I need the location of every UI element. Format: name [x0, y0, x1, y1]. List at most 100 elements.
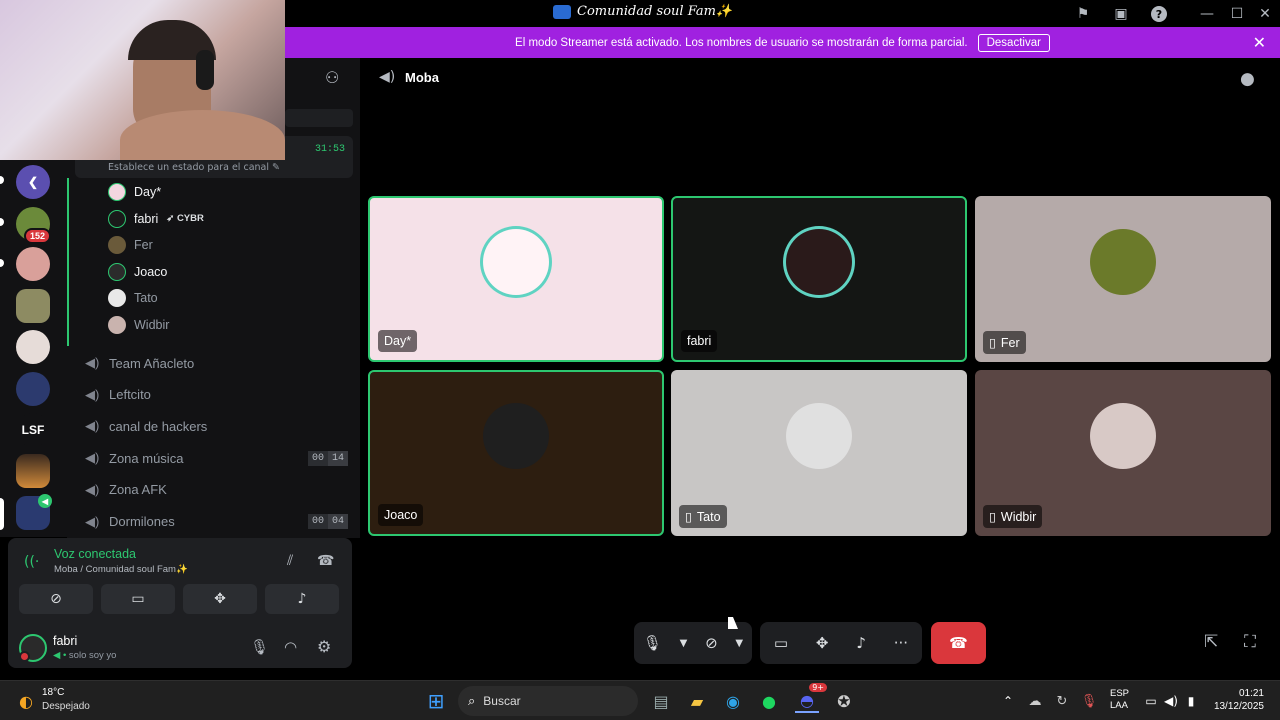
- call-channel-name: Moba: [405, 70, 439, 85]
- pop-out-icon[interactable]: ⇱: [1204, 632, 1218, 652]
- voice-user-name: Widbir: [134, 318, 170, 332]
- inbox-flag-icon[interactable]: ⚑: [1073, 4, 1093, 24]
- server-icon-current[interactable]: ◀: [16, 494, 52, 530]
- server-icon[interactable]: [16, 330, 50, 364]
- hang-up-button[interactable]: ☎: [931, 622, 986, 664]
- voice-channel-row[interactable]: ◀) Dormilones 00 04: [85, 508, 360, 536]
- task-view-icon[interactable]: ▤: [650, 689, 672, 713]
- participant-tile[interactable]: fabri: [671, 196, 967, 362]
- selected-pill: [0, 498, 4, 530]
- server-icon[interactable]: [16, 454, 50, 488]
- voice-channel-row[interactable]: ◀) Zona AFK: [85, 476, 360, 504]
- participant-tile[interactable]: Day*: [368, 196, 664, 362]
- unread-pill: [0, 218, 4, 226]
- noise-suppression-icon[interactable]: ⫽: [287, 553, 293, 569]
- chat-bubble-icon[interactable]: ●: [1240, 69, 1255, 89]
- voice-status[interactable]: Voz conectada: [54, 547, 136, 561]
- network-icon[interactable]: ▭: [1142, 689, 1160, 713]
- disable-streamer-button[interactable]: Desactivar: [977, 33, 1050, 52]
- spotify-icon[interactable]: ●: [758, 689, 780, 713]
- participant-tile[interactable]: ▯ Tato: [671, 370, 967, 536]
- windows-start-icon[interactable]: ⊞: [424, 689, 448, 713]
- voice-user-row[interactable]: Tato: [108, 286, 401, 310]
- screen-share-icon[interactable]: ▭: [774, 634, 788, 652]
- sync-icon[interactable]: ↻: [1053, 689, 1071, 713]
- edge-icon[interactable]: ◉: [722, 689, 744, 713]
- weather-temp[interactable]: 18°C: [42, 687, 64, 698]
- user-tag: ➶ CYBR: [166, 213, 204, 225]
- voice-user-row[interactable]: Day*: [108, 180, 401, 204]
- avatar: [108, 236, 126, 255]
- activities-icon[interactable]: ✥: [816, 634, 829, 652]
- screen-share-button[interactable]: ▭: [101, 584, 175, 614]
- server-icon[interactable]: [16, 289, 50, 323]
- soundboard-button[interactable]: ♪: [265, 584, 339, 614]
- voice-user-row[interactable]: Widbir: [108, 313, 401, 337]
- server-lsf[interactable]: LSF: [16, 413, 50, 447]
- participant-tile[interactable]: Joaco: [368, 370, 664, 536]
- channel-status-hint[interactable]: Establece un estado para el canal ✎: [108, 162, 280, 173]
- participant-avatar: [483, 403, 549, 469]
- microphone-icon[interactable]: 🎙: [250, 638, 269, 656]
- banner-text: El modo Streamer está activado. Los nomb…: [515, 36, 968, 49]
- settings-gear-icon[interactable]: ⚙: [317, 637, 331, 656]
- fullscreen-icon[interactable]: ⛶: [1244, 632, 1256, 652]
- discord-icon[interactable]: ◓ 9+: [795, 683, 827, 713]
- speaker-icon: ◀): [85, 513, 100, 529]
- unread-pill: [0, 176, 4, 184]
- voice-channel-name: Team Añacleto: [109, 355, 195, 371]
- voice-channel-row[interactable]: ◀) Team Añacleto: [85, 349, 360, 377]
- avatar[interactable]: [19, 634, 47, 662]
- maximize-button[interactable]: ☐: [1227, 4, 1247, 24]
- camera-off-icon[interactable]: ⊘: [705, 634, 718, 652]
- participant-name: Tato: [696, 509, 721, 524]
- voice-user-row[interactable]: Fer: [108, 233, 401, 257]
- language-indicator[interactable]: ESP LAA: [1110, 688, 1129, 712]
- more-options-icon[interactable]: ···: [894, 634, 908, 652]
- participant-tile[interactable]: ▯ Widbir: [975, 370, 1271, 536]
- onedrive-icon[interactable]: ☁: [1026, 689, 1044, 713]
- inbox-icon[interactable]: ▣: [1111, 4, 1131, 24]
- activities-button[interactable]: ✥: [183, 584, 257, 614]
- search-box[interactable]: ⌕ Buscar: [458, 686, 638, 716]
- volume-icon[interactable]: ◀): [1162, 689, 1180, 713]
- help-icon[interactable]: ?: [1149, 4, 1169, 24]
- server-icon[interactable]: [16, 372, 50, 406]
- voice-channel-row[interactable]: ◀) canal de hackers: [85, 412, 360, 440]
- voice-user-name: fabri: [134, 211, 159, 226]
- voice-channel-row[interactable]: ◀) Zona música 00 14: [85, 444, 360, 472]
- app-icon[interactable]: ✪: [833, 689, 855, 713]
- mouse-cursor: [728, 617, 738, 629]
- voice-user-row[interactable]: Joaco: [108, 260, 401, 284]
- voice-user-row[interactable]: fabri ➶ CYBR: [108, 207, 401, 231]
- battery-icon[interactable]: ▮: [1182, 689, 1200, 713]
- participant-avatar: [786, 403, 852, 469]
- camera-off-button[interactable]: ⊘: [19, 584, 93, 614]
- voice-channel-row[interactable]: ◀) Leftcito: [85, 381, 360, 409]
- participant-avatar: [1090, 403, 1156, 469]
- weather-desc[interactable]: Despejado: [42, 701, 90, 712]
- minimize-button[interactable]: —: [1197, 4, 1217, 24]
- clock[interactable]: 01:21 13/12/2025: [1212, 687, 1264, 713]
- avatar: [108, 209, 126, 228]
- headphones-icon[interactable]: ◠: [284, 638, 297, 656]
- server-icon[interactable]: 152: [16, 207, 52, 244]
- voice-location[interactable]: Moba / Comunidad soul Fam✨: [54, 564, 188, 575]
- disconnect-icon[interactable]: ☎: [317, 553, 334, 569]
- chevron-up-icon[interactable]: ⌃: [1000, 689, 1016, 713]
- microphone-icon[interactable]: 🎙: [643, 634, 662, 652]
- chevron-down-icon[interactable]: ▼: [735, 638, 743, 649]
- close-window-button[interactable]: ✕: [1255, 4, 1275, 24]
- file-explorer-icon[interactable]: ▰: [686, 689, 708, 713]
- add-user-icon[interactable]: ⚇: [325, 68, 339, 87]
- microphone-in-use-icon[interactable]: 🎙: [1080, 689, 1098, 713]
- soundboard-icon[interactable]: ♪: [856, 634, 866, 652]
- weather-icon[interactable]: ◐: [14, 689, 38, 713]
- server-icon[interactable]: [16, 247, 50, 281]
- signal-icon[interactable]: ((·: [24, 554, 39, 570]
- close-icon[interactable]: ✕: [1253, 33, 1266, 53]
- user-name[interactable]: fabri: [53, 634, 77, 648]
- participant-tile[interactable]: ▯ Fer: [975, 196, 1271, 362]
- server-icon[interactable]: ❮: [16, 165, 50, 199]
- chevron-down-icon[interactable]: ▼: [680, 638, 688, 649]
